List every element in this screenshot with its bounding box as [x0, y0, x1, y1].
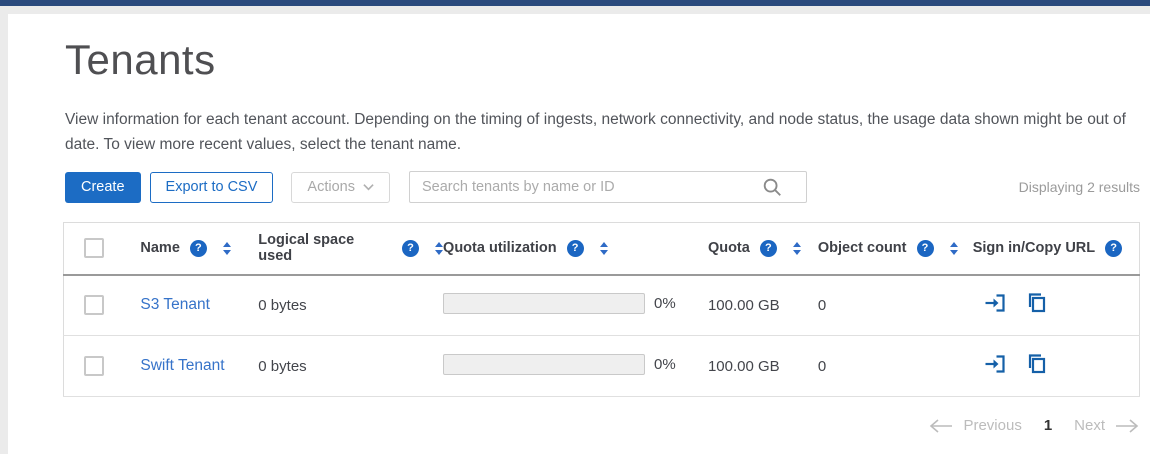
pagination: Previous 1 Next [65, 417, 1140, 434]
toolbar: Create Export to CSV Actions Displaying … [65, 171, 1140, 203]
export-to-csv-button[interactable]: Export to CSV [150, 172, 274, 203]
tenants-table: Name ? Logical space used ? Quota utiliz… [63, 222, 1140, 397]
previous-page-button[interactable]: Previous [928, 417, 1021, 434]
help-icon[interactable]: ? [1105, 240, 1122, 257]
top-accent-bar [0, 0, 1150, 6]
help-icon[interactable]: ? [567, 240, 584, 257]
next-page-label: Next [1074, 417, 1105, 434]
help-icon[interactable]: ? [190, 240, 207, 257]
column-header-quota-utilization: Quota utilization [443, 240, 557, 256]
sort-control-logical-space-used[interactable] [435, 242, 443, 255]
column-header-quota: Quota [708, 240, 750, 256]
tenant-name-link[interactable]: Swift Tenant [140, 357, 224, 374]
select-all-checkbox[interactable] [84, 238, 104, 258]
create-button[interactable]: Create [65, 172, 141, 203]
sort-control-name[interactable] [223, 242, 231, 255]
column-header-logical-space-used: Logical space used [258, 232, 392, 264]
actions-button-label: Actions [307, 179, 355, 195]
sort-control-quota[interactable] [793, 242, 801, 255]
row-checkbox[interactable] [84, 356, 104, 376]
quota-value: 100.00 GB [708, 297, 780, 314]
results-summary: Displaying 2 results [1019, 179, 1140, 195]
current-page-number[interactable]: 1 [1044, 417, 1052, 434]
quota-utilization-bar [443, 354, 645, 375]
search-container [409, 171, 807, 203]
object-count-value: 0 [818, 297, 826, 314]
arrow-right-icon [1114, 418, 1140, 434]
copy-url-icon[interactable] [1024, 352, 1048, 376]
chevron-down-icon [363, 183, 374, 191]
column-header-object-count: Object count [818, 240, 907, 256]
sort-control-quota-utilization[interactable] [600, 242, 608, 255]
quota-utilization-value: 0% [654, 356, 676, 373]
previous-page-label: Previous [963, 417, 1021, 434]
object-count-value: 0 [818, 358, 826, 375]
sign-in-icon[interactable] [983, 291, 1007, 315]
help-icon[interactable]: ? [402, 240, 419, 257]
quota-utilization-bar [443, 293, 645, 314]
quota-utilization-value: 0% [654, 295, 676, 312]
column-header-name: Name [140, 240, 180, 256]
help-icon[interactable]: ? [760, 240, 777, 257]
logical-space-used-value: 0 bytes [258, 297, 306, 314]
column-header-sign-in-copy-url: Sign in/Copy URL [973, 240, 1095, 256]
next-page-button[interactable]: Next [1074, 417, 1140, 434]
search-icon[interactable] [761, 176, 783, 198]
actions-button[interactable]: Actions [291, 172, 390, 203]
table-row: Swift Tenant 0 bytes 0% 100.00 GB 0 [64, 336, 1140, 397]
arrow-left-icon [928, 418, 954, 434]
table-header-row: Name ? Logical space used ? Quota utiliz… [64, 223, 1140, 275]
tenant-name-link[interactable]: S3 Tenant [140, 296, 210, 313]
content-panel: Tenants View information for each tenant… [8, 14, 1150, 454]
page-title: Tenants [65, 36, 1140, 84]
copy-url-icon[interactable] [1024, 291, 1048, 315]
sign-in-icon[interactable] [983, 352, 1007, 376]
row-checkbox[interactable] [84, 295, 104, 315]
sort-control-object-count[interactable] [950, 242, 958, 255]
help-icon[interactable]: ? [917, 240, 934, 257]
page-description: View information for each tenant account… [65, 107, 1140, 157]
logical-space-used-value: 0 bytes [258, 358, 306, 375]
table-row: S3 Tenant 0 bytes 0% 100.00 GB 0 [64, 275, 1140, 336]
search-input[interactable] [409, 171, 807, 203]
quota-value: 100.00 GB [708, 358, 780, 375]
